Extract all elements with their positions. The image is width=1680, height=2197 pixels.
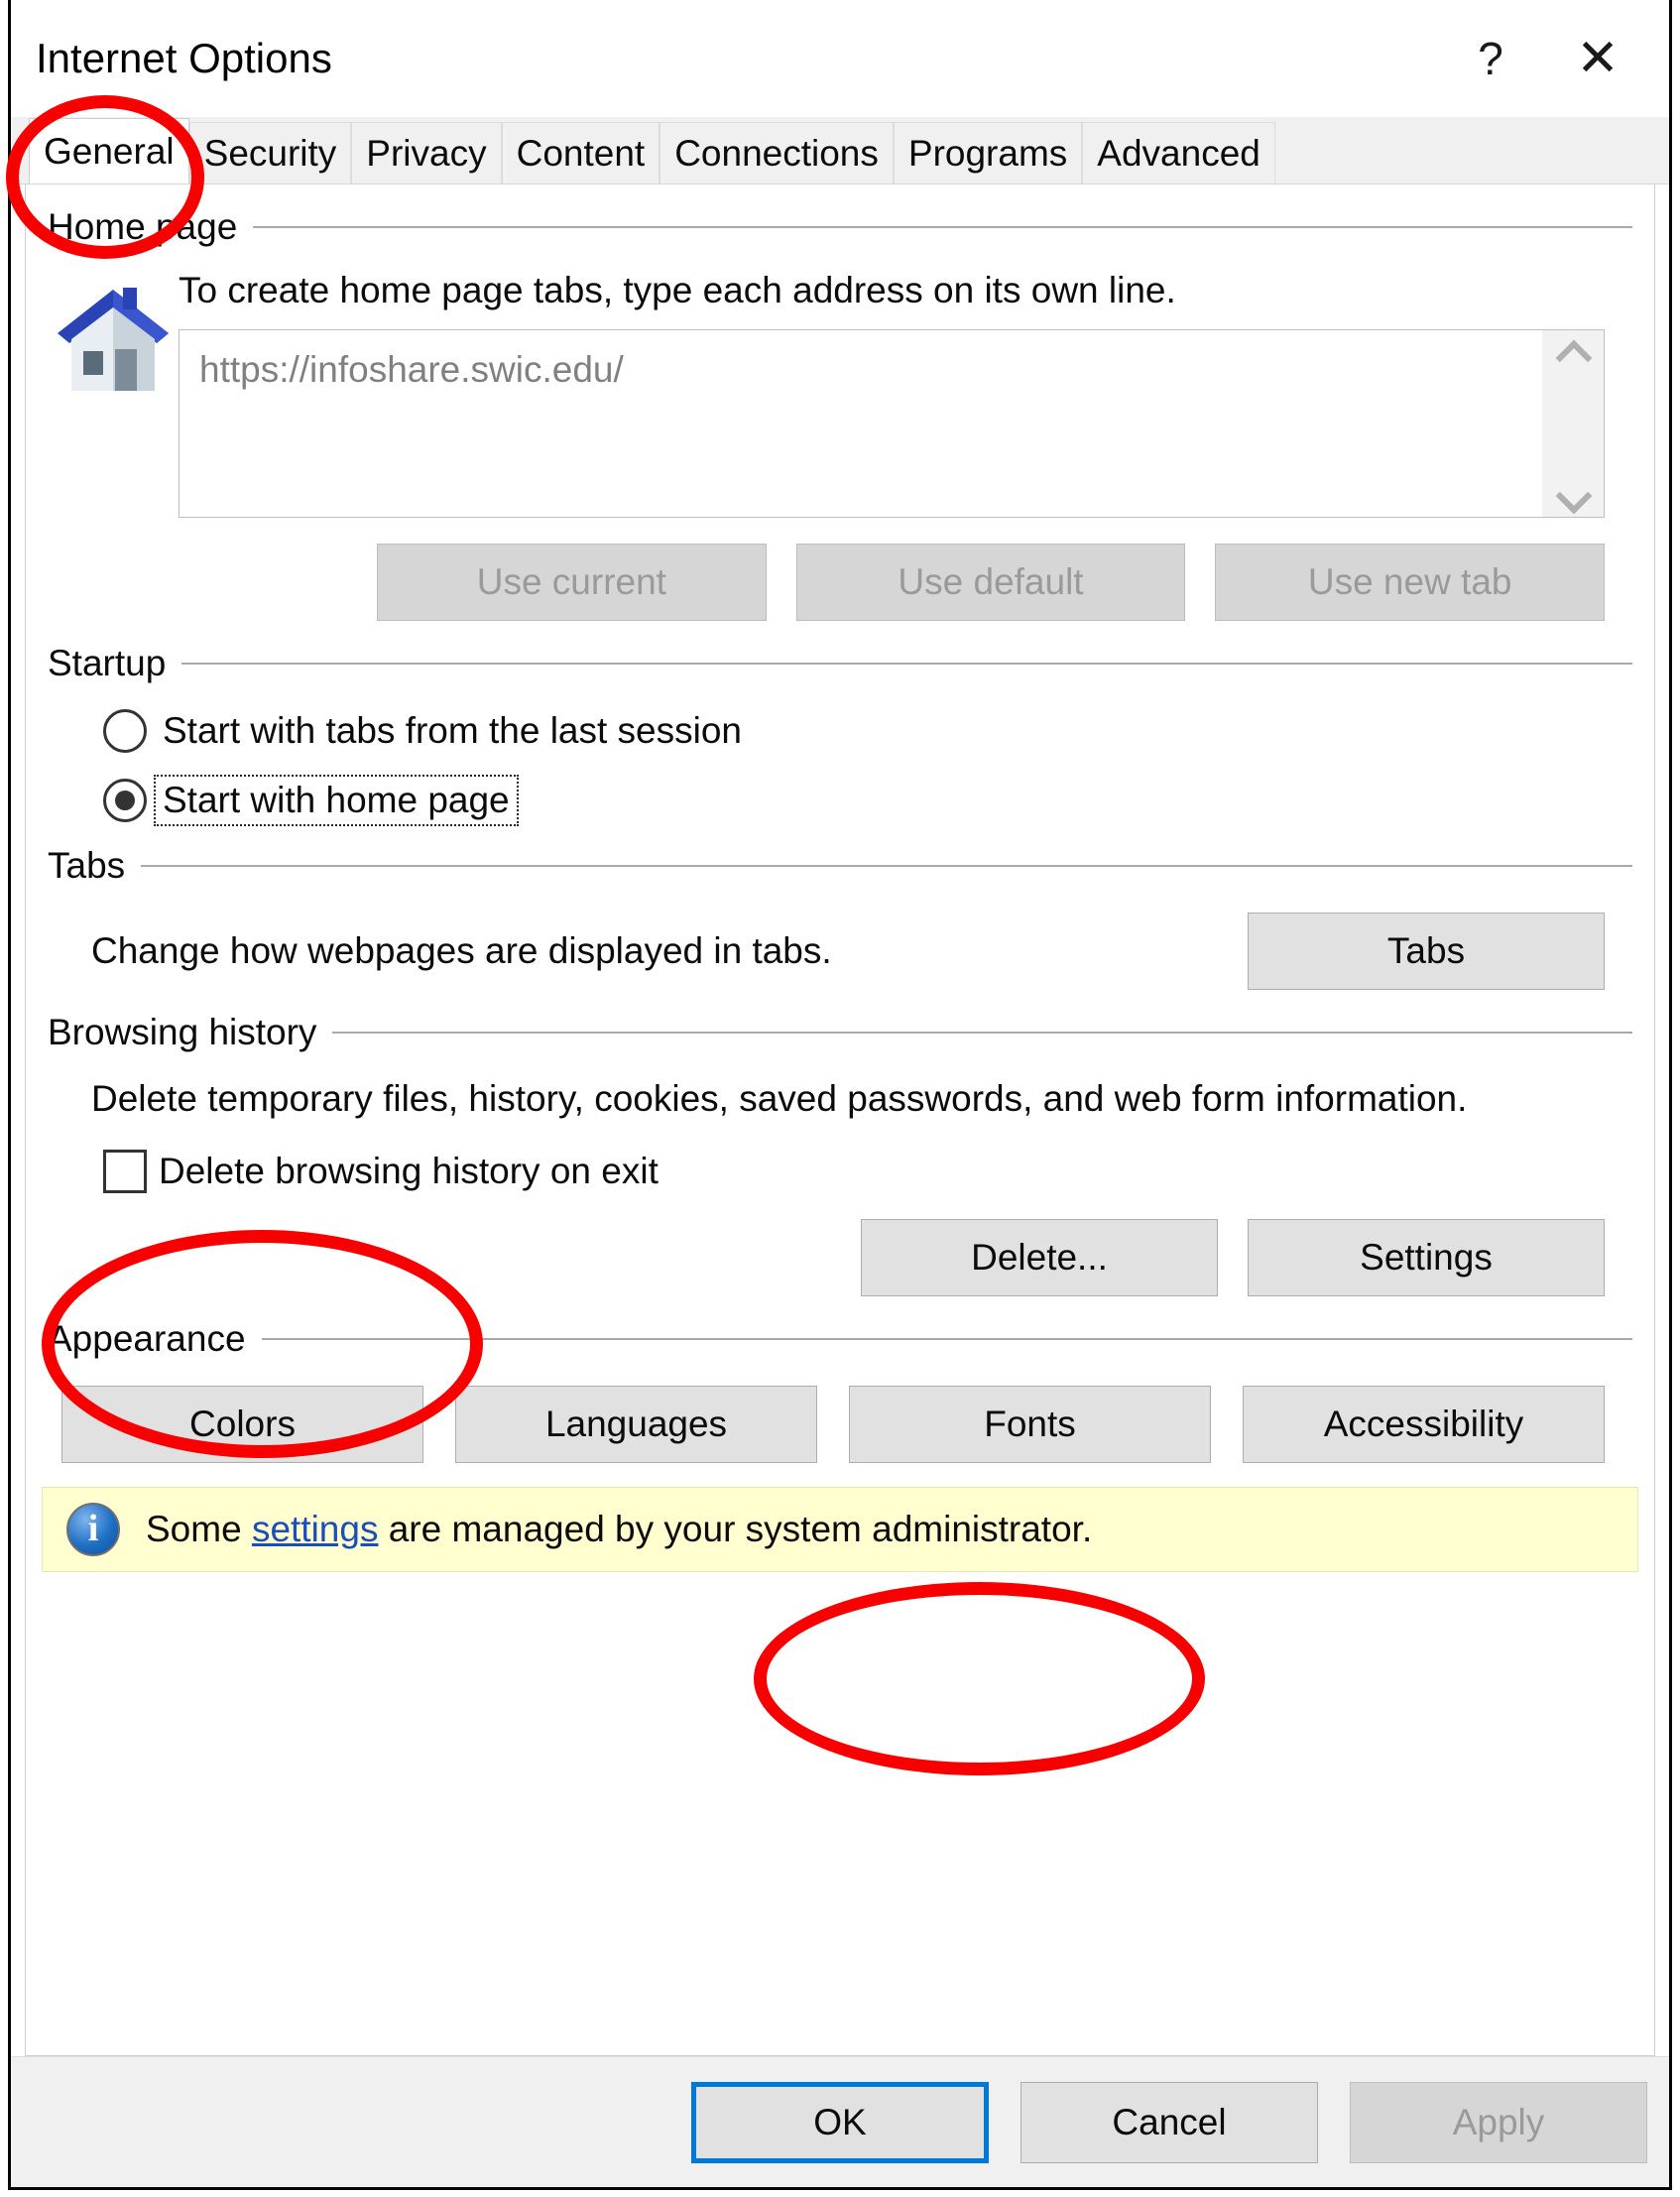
settings-button[interactable]: Settings xyxy=(1248,1219,1605,1297)
tab-content[interactable]: Content xyxy=(501,122,660,183)
tabs-group-label: Tabs xyxy=(48,845,126,886)
colors-button[interactable]: Colors xyxy=(61,1386,423,1464)
use-new-tab-button[interactable]: Use new tab xyxy=(1215,544,1606,621)
browsing-history-group-label: Browsing history xyxy=(48,1012,317,1052)
appearance-group-label: Appearance xyxy=(48,1318,246,1360)
languages-button[interactable]: Languages xyxy=(455,1386,817,1464)
browsing-history-group-header: Browsing history xyxy=(48,1012,1632,1053)
admin-notice-text-after: are managed by your system administrator… xyxy=(378,1509,1093,1550)
tabs-group-header: Tabs xyxy=(48,845,1632,887)
settings-link[interactable]: settings xyxy=(252,1509,379,1549)
dialog-footer: OK Cancel Apply xyxy=(11,2056,1669,2187)
browsing-history-buttons: Delete... Settings xyxy=(48,1219,1605,1297)
divider xyxy=(261,1338,1632,1341)
startup-group-header: Startup xyxy=(48,643,1632,684)
house-icon xyxy=(48,270,179,399)
divider xyxy=(141,865,1632,867)
divider xyxy=(332,1032,1632,1034)
tab-connections[interactable]: Connections xyxy=(660,122,894,183)
admin-notice-bar: Some settings are managed by your system… xyxy=(42,1487,1638,1573)
tabs-button[interactable]: Tabs xyxy=(1248,913,1605,990)
apply-button[interactable]: Apply xyxy=(1350,2081,1647,2163)
home-page-hint: To create home page tabs, type each addr… xyxy=(179,270,1176,310)
internet-options-dialog: Internet Options ? ✕ General Security Pr… xyxy=(8,0,1672,2190)
close-icon[interactable]: ✕ xyxy=(1544,9,1651,108)
home-page-url-value[interactable]: https://infoshare.swic.edu/ xyxy=(180,330,1542,517)
tab-programs[interactable]: Programs xyxy=(893,122,1083,183)
radio-button[interactable] xyxy=(103,709,147,753)
cancel-button[interactable]: Cancel xyxy=(1020,2081,1318,2163)
startup-option-last-session[interactable]: Start with tabs from the last session xyxy=(103,708,1632,754)
delete-on-exit-label: Delete browsing history on exit xyxy=(159,1151,659,1192)
tab-security[interactable]: Security xyxy=(188,122,352,183)
tab-strip: General Security Privacy Content Connect… xyxy=(11,117,1669,184)
accessibility-button[interactable]: Accessibility xyxy=(1243,1386,1605,1464)
divider xyxy=(181,663,1632,665)
tab-advanced[interactable]: Advanced xyxy=(1082,122,1275,183)
delete-button[interactable]: Delete... xyxy=(861,1219,1218,1297)
title-bar-actions: ? ✕ xyxy=(1437,0,1651,117)
fonts-button[interactable]: Fonts xyxy=(849,1386,1211,1464)
startup-option-home-page[interactable]: Start with home page xyxy=(103,775,1632,826)
home-page-buttons: Use current Use default Use new tab xyxy=(377,544,1606,621)
help-icon[interactable]: ? xyxy=(1437,9,1544,108)
admin-notice-text: Some settings are managed by your system… xyxy=(146,1509,1092,1550)
title-bar: Internet Options ? ✕ xyxy=(11,0,1669,117)
appearance-group-header: Appearance xyxy=(48,1318,1632,1360)
tab-general[interactable]: General xyxy=(29,118,189,183)
home-page-url-input[interactable]: https://infoshare.swic.edu/ xyxy=(179,329,1605,518)
startup-option-label: Start with tabs from the last session xyxy=(163,710,743,751)
startup-option-label: Start with home page xyxy=(154,775,519,826)
tab-privacy[interactable]: Privacy xyxy=(351,122,502,183)
tabs-description: Change how webpages are displayed in tab… xyxy=(91,930,832,971)
page-title: Internet Options xyxy=(36,35,332,81)
use-default-button[interactable]: Use default xyxy=(795,544,1186,621)
home-page-group-label: Home page xyxy=(48,206,238,247)
use-current-button[interactable]: Use current xyxy=(377,544,767,621)
browsing-history-description: Delete temporary files, history, cookies… xyxy=(91,1078,1468,1119)
divider xyxy=(253,226,1632,228)
home-page-row: To create home page tabs, type each addr… xyxy=(48,270,1632,518)
url-scrollbar[interactable] xyxy=(1542,330,1604,517)
delete-on-exit-checkbox[interactable] xyxy=(103,1150,147,1194)
chevron-down-icon[interactable] xyxy=(1556,483,1590,505)
home-page-fields: To create home page tabs, type each addr… xyxy=(179,270,1632,518)
general-tab-panel: Home page To create home page tabs, type… xyxy=(25,184,1655,2056)
startup-group-label: Startup xyxy=(48,643,167,683)
ok-button[interactable]: OK xyxy=(691,2081,989,2163)
delete-on-exit-row[interactable]: Delete browsing history on exit xyxy=(103,1150,1632,1194)
info-icon xyxy=(66,1503,120,1557)
radio-button-selected[interactable] xyxy=(103,779,147,822)
admin-notice-text-before: Some xyxy=(146,1509,252,1550)
chevron-up-icon[interactable] xyxy=(1556,342,1590,364)
appearance-buttons: Colors Languages Fonts Accessibility xyxy=(61,1386,1605,1464)
tabs-row: Change how webpages are displayed in tab… xyxy=(48,913,1632,990)
home-page-group-header: Home page xyxy=(48,206,1632,248)
